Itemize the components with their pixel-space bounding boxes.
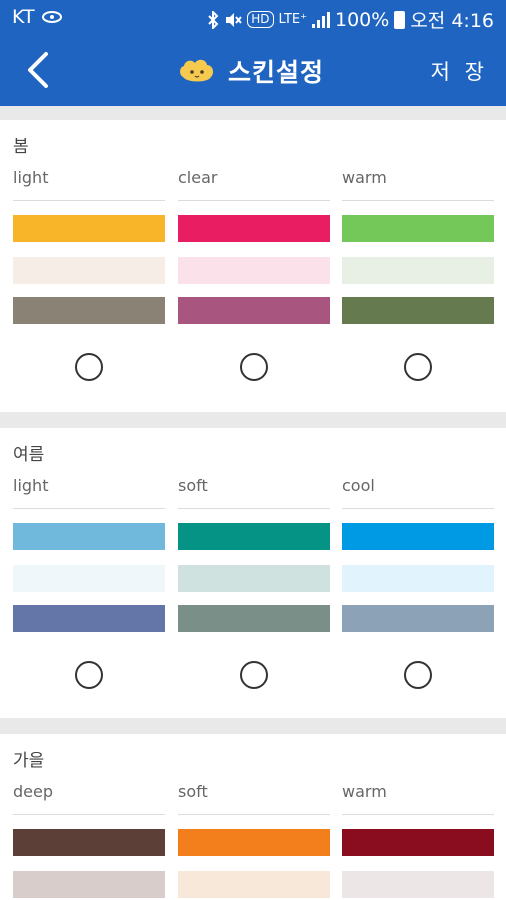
tone-label: deep bbox=[13, 782, 53, 801]
color-swatch bbox=[342, 605, 494, 632]
color-swatch bbox=[342, 523, 494, 550]
color-swatch bbox=[342, 215, 494, 242]
status-bar: KT HD LTE⁺ 100% 오전 4:16 bbox=[0, 0, 506, 36]
hd-badge: HD bbox=[247, 11, 274, 28]
color-swatch bbox=[13, 871, 165, 898]
season-title: 여름 bbox=[13, 445, 45, 465]
sync-icon bbox=[41, 11, 62, 23]
tone-label: warm bbox=[342, 782, 387, 801]
season-section-spring: 봄 light clear warm bbox=[0, 120, 506, 412]
divider bbox=[13, 814, 165, 815]
tone-radio[interactable] bbox=[75, 661, 103, 689]
color-swatch bbox=[13, 215, 165, 242]
carrier-label: KT bbox=[12, 6, 35, 28]
battery-percent: 100% bbox=[335, 8, 390, 31]
color-swatch bbox=[342, 565, 494, 592]
clock: 오전 4:16 bbox=[410, 10, 494, 32]
save-button[interactable]: 저 장 bbox=[431, 56, 488, 86]
color-swatch bbox=[13, 565, 165, 592]
season-section-autumn: 가을 deep soft warm bbox=[0, 734, 506, 900]
tone-label: light bbox=[13, 476, 49, 495]
color-swatch bbox=[13, 523, 165, 550]
divider bbox=[178, 508, 330, 509]
color-swatch bbox=[178, 257, 330, 284]
color-swatch bbox=[178, 565, 330, 592]
color-swatch bbox=[178, 871, 330, 898]
color-swatch bbox=[13, 297, 165, 324]
tone-radio[interactable] bbox=[404, 353, 432, 381]
divider bbox=[13, 200, 165, 201]
divider bbox=[178, 814, 330, 815]
tone-radio[interactable] bbox=[240, 661, 268, 689]
divider bbox=[342, 508, 494, 509]
mute-icon bbox=[226, 12, 243, 27]
tone-label: light bbox=[13, 168, 49, 187]
battery-icon bbox=[394, 10, 406, 29]
tone-radio[interactable] bbox=[240, 353, 268, 381]
color-swatch bbox=[342, 297, 494, 324]
color-swatch bbox=[178, 523, 330, 550]
mascot-icon bbox=[180, 59, 214, 82]
tone-label: soft bbox=[178, 782, 208, 801]
tone-label: soft bbox=[178, 476, 208, 495]
season-title: 가을 bbox=[13, 751, 45, 771]
divider bbox=[342, 200, 494, 201]
signal-icon bbox=[312, 11, 330, 28]
color-swatch bbox=[342, 871, 494, 898]
divider bbox=[178, 200, 330, 201]
color-swatch bbox=[13, 829, 165, 856]
app-bar: KT HD LTE⁺ 100% 오전 4:16 스킨설정 저 장 bbox=[0, 0, 506, 106]
color-swatch bbox=[178, 829, 330, 856]
color-swatch bbox=[13, 257, 165, 284]
page-title: 스킨설정 bbox=[228, 58, 325, 87]
divider bbox=[342, 814, 494, 815]
season-section-summer: 여름 light soft cool bbox=[0, 428, 506, 718]
color-swatch bbox=[342, 257, 494, 284]
bluetooth-icon bbox=[208, 10, 219, 29]
toolbar: 스킨설정 저 장 bbox=[0, 36, 506, 106]
tone-radio[interactable] bbox=[75, 353, 103, 381]
color-swatch bbox=[13, 605, 165, 632]
color-swatch bbox=[342, 829, 494, 856]
season-title: 봄 bbox=[13, 137, 29, 157]
tone-label: warm bbox=[342, 168, 387, 187]
tone-label: clear bbox=[178, 168, 218, 187]
divider bbox=[13, 508, 165, 509]
color-swatch bbox=[178, 297, 330, 324]
back-arrow-icon[interactable] bbox=[18, 48, 62, 92]
tone-label: cool bbox=[342, 476, 375, 495]
tone-radio[interactable] bbox=[404, 661, 432, 689]
color-swatch bbox=[178, 605, 330, 632]
lte-label: LTE⁺ bbox=[278, 12, 307, 27]
color-swatch bbox=[178, 215, 330, 242]
